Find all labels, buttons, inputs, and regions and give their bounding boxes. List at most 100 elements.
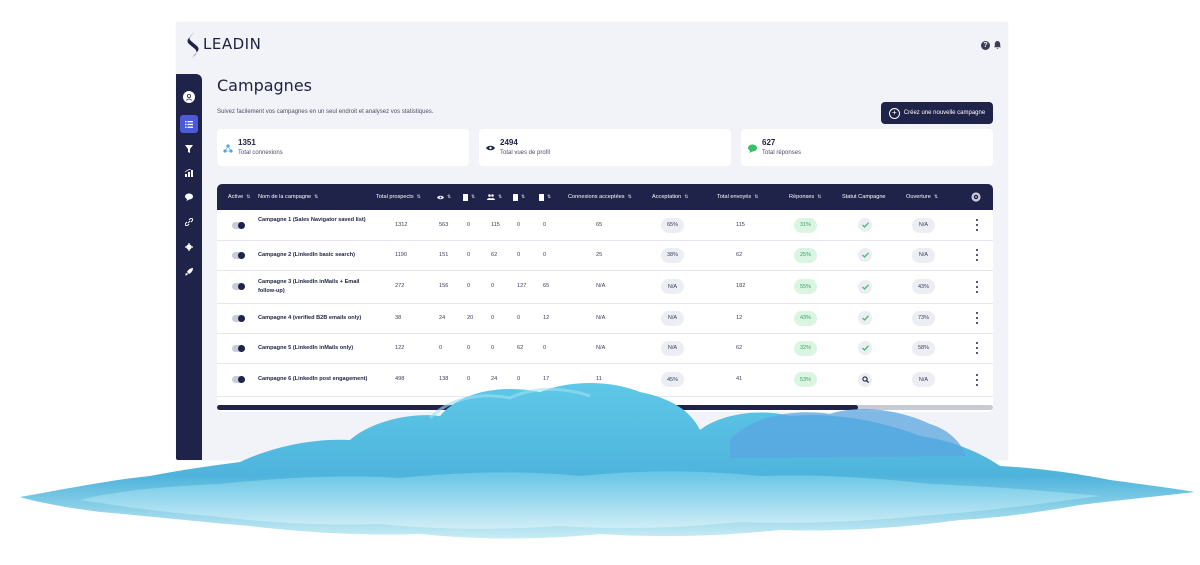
sidebar-item-filters[interactable] [180,140,198,158]
new-campaign-button[interactable]: + Créez une nouvelle campagne [881,102,993,124]
total-sent: 115 [736,221,745,228]
table-header: Active ⇅ Nom de la campagne ⇅ Total prospe… [217,184,993,210]
funnel-icon [185,145,193,153]
opening-pill: 73% [912,310,935,326]
more-options-icon[interactable] [975,373,979,386]
messages-count: 127 [517,283,527,289]
sidebar-item-messages[interactable] [180,188,198,206]
accepted-connexions: 65 [596,221,603,228]
col-views[interactable]: ⇅ [437,184,451,210]
sidebar-item-settings[interactable] [180,238,198,256]
opening-pill: N/A [912,372,935,387]
campaign-name[interactable]: Campagne 5 (LinkedIn inMails only) [258,344,373,353]
sidebar-item-integrations[interactable] [180,213,198,231]
table-row[interactable]: Campagne 4 (verified B2B emails only) 38 2… [217,303,993,334]
more-options-icon[interactable] [975,219,979,231]
status-search-icon[interactable] [858,372,872,387]
views-count: 0 [439,344,443,351]
status-check-icon[interactable] [858,279,872,294]
new-campaign-label: Créez une nouvelle campagne [903,110,986,116]
stats-row: 1351 Total connexions 2494 Total vues de… [217,129,993,166]
col-acceptation[interactable]: Acceptation ⇅ [652,184,688,210]
more-options-icon[interactable] [975,342,979,354]
table-row[interactable]: Campagne 2 (LinkedIn basic search) 1190 15… [217,240,993,271]
col-contacts[interactable]: ⇅ [487,184,502,210]
accepted-connexions: 25 [596,251,603,258]
acceptation-pill: 65% [661,217,684,233]
status-check-icon[interactable] [858,311,872,325]
more-options-icon[interactable] [975,249,979,261]
stat-card-profile-views: 2494 Total vues de profil [479,129,731,166]
views-count: 24 [439,314,446,321]
campaign-name[interactable]: Campagne 3 (LinkedIn inMails + Email fol… [258,278,373,296]
table-row[interactable]: Campagne 5 (LinkedIn inMails only) 122 0 0 0… [217,333,993,364]
scrollbar-thumb[interactable] [217,405,858,410]
total-prospects: 272 [395,283,405,289]
status-check-icon[interactable] [858,248,872,262]
col-statut[interactable]: Statut Campagne [842,184,886,210]
horizontal-scrollbar[interactable] [217,405,993,410]
bell-icon[interactable] [993,40,1002,50]
total-prospects: 498 [395,376,405,382]
avatar [183,91,195,103]
col-invitations[interactable]: ⇅ [463,184,475,210]
replies-pill: 32% [794,340,817,356]
campaign-name[interactable]: Campagne 2 (LinkedIn basic search) [258,251,373,260]
acceptation-pill: 45% [661,372,684,387]
more-options-icon[interactable] [975,280,979,293]
sidebar-item-campaigns[interactable] [180,115,198,133]
more-options-icon[interactable] [975,312,979,324]
logo[interactable]: LEADIN [186,30,261,58]
chart-icon [185,169,193,177]
active-toggle[interactable] [232,221,245,229]
active-toggle[interactable] [232,251,245,259]
sidebar-item-launch[interactable] [180,263,198,281]
col-reponses[interactable]: Réponses ⇅ [789,184,821,210]
opening-pill: 43% [912,279,935,294]
invitations-count: 0 [467,283,471,289]
emails-count: 0 [543,221,547,228]
status-check-icon[interactable] [858,341,872,355]
col-messages[interactable]: ⇅ [513,184,525,210]
col-total-prospects[interactable]: Total prospects ⇅ [376,184,421,210]
replies-pill: 53% [794,372,817,387]
active-toggle[interactable] [232,314,245,322]
column-settings-icon[interactable] [971,184,981,210]
col-active[interactable]: Active ⇅ [228,184,250,210]
stat-value: 1351 [238,138,256,147]
contacts-count: 24 [491,376,498,382]
active-toggle[interactable] [232,344,245,352]
total-sent: 41 [736,376,743,382]
stat-value: 627 [762,138,776,147]
table-row[interactable]: Campagne 6 (LinkedIn post engagement) 498… [217,363,993,397]
table-row[interactable]: Campagne 1 (Sales Navigator saved list) 1… [217,210,993,241]
link-icon [185,218,193,226]
sidebar-item-avatar[interactable] [180,88,198,106]
stat-label: Total connexions [238,150,283,156]
views-count: 138 [439,376,449,382]
plus-icon: + [888,107,900,119]
acceptation-pill: N/A [661,340,684,356]
col-name[interactable]: Nom de la campagne ⇅ [258,184,318,210]
active-toggle[interactable] [232,376,245,383]
sidebar-item-stats[interactable] [180,164,198,182]
help-icon[interactable]: ? [981,40,990,50]
opening-pill: 58% [912,340,935,356]
stat-value: 2494 [500,138,518,147]
campaign-name[interactable]: Campagne 4 (verified B2B emails only) [258,314,373,323]
col-total-envoyes[interactable]: Total envoyés ⇅ [717,184,758,210]
table-row[interactable]: Campagne 3 (LinkedIn inMails + Email fol… [217,270,993,304]
network-icon [223,143,233,153]
campaign-name[interactable]: Campagne 6 (LinkedIn post engagement) [258,375,373,384]
col-ouverture[interactable]: Ouverture ⇅ [906,184,938,210]
accepted-connexions: N/A [596,344,606,351]
stat-label: Total vues de profil [500,150,551,156]
col-connexions-acceptees[interactable]: Connexions acceptées ⇅ [568,184,632,210]
status-check-icon[interactable] [858,218,872,232]
col-emails[interactable]: ⇅ [539,184,551,210]
contacts-count: 0 [491,283,495,289]
active-toggle[interactable] [232,283,245,290]
acceptation-pill: 38% [661,247,684,263]
campaign-name[interactable]: Campagne 1 (Sales Navigator saved list) [258,216,373,225]
users-icon [487,194,495,200]
